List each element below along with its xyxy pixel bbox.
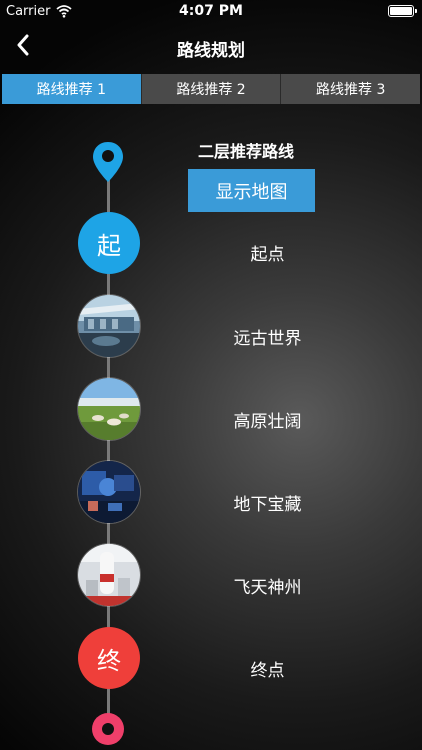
page-title: 路线规划 <box>177 41 245 61</box>
end-marker-text: 终 <box>97 646 121 675</box>
status-bar: Carrier 4:07 PM <box>0 0 422 24</box>
route-tabs: 路线推荐 1 路线推荐 2 路线推荐 3 <box>2 74 420 104</box>
stop-label-ancient-world: 远古世界 <box>233 329 302 349</box>
stop-thumbnail-underground-treasure[interactable] <box>78 461 140 523</box>
stop-thumbnail-flying-china[interactable] <box>78 544 140 606</box>
end-target-icon <box>92 713 124 745</box>
stop-label-underground-treasure: 地下宝藏 <box>233 495 302 515</box>
stop-thumbnail-plateau[interactable] <box>78 378 140 440</box>
stop-label-plateau: 高原壮阔 <box>233 412 302 432</box>
clock: 4:07 PM <box>179 3 243 19</box>
show-map-button[interactable]: 显示地图 <box>188 169 315 212</box>
tab-route-2[interactable]: 路线推荐 2 <box>142 74 282 104</box>
nav-bar: 路线规划 <box>0 24 422 70</box>
location-pin-icon <box>91 140 125 184</box>
tab-route-1[interactable]: 路线推荐 1 <box>2 74 142 104</box>
stop-thumbnail-ancient-world[interactable] <box>78 295 140 357</box>
end-node[interactable]: 终 <box>78 627 140 689</box>
route-title: 二层推荐路线 <box>197 142 294 161</box>
start-node[interactable]: 起 <box>78 212 140 274</box>
battery-icon <box>388 5 417 17</box>
tab-route-3[interactable]: 路线推荐 3 <box>281 74 420 104</box>
stop-label-flying-china: 飞天神州 <box>233 578 302 598</box>
stop-label-start: 起点 <box>250 245 285 265</box>
stop-label-end: 终点 <box>250 661 285 681</box>
start-marker-text: 起 <box>97 231 121 260</box>
end-target-center <box>102 723 114 735</box>
